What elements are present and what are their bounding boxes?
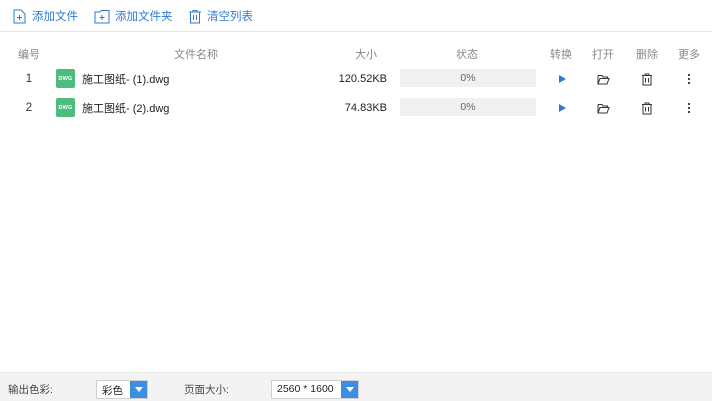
delete-button[interactable] bbox=[639, 65, 655, 93]
header-more: 更多 bbox=[678, 49, 700, 61]
convert-button[interactable] bbox=[554, 65, 570, 93]
header-status: 状态 bbox=[456, 49, 478, 61]
clear-list-button[interactable]: 清空列表 bbox=[188, 6, 253, 26]
add-folder-button[interactable]: 添加文件夹 bbox=[94, 6, 173, 26]
open-button[interactable] bbox=[595, 65, 611, 93]
header-convert: 转换 bbox=[550, 49, 572, 61]
clear-list-label: 清空列表 bbox=[207, 11, 253, 23]
add-folder-icon bbox=[94, 9, 110, 23]
file-name: 施工图纸- (2).dwg bbox=[82, 103, 170, 115]
row-index: 1 bbox=[25, 73, 33, 85]
delete-button[interactable] bbox=[639, 94, 655, 122]
folder-open-icon bbox=[597, 103, 610, 113]
file-size: 74.83KB bbox=[344, 102, 387, 114]
folder-open-icon bbox=[597, 74, 610, 84]
output-color-value: 彩色 bbox=[102, 385, 123, 397]
add-folder-label: 添加文件夹 bbox=[115, 11, 173, 23]
trash-icon bbox=[642, 73, 652, 85]
status-progress: 0% bbox=[400, 69, 536, 87]
file-name: 施工图纸- (1).dwg bbox=[82, 74, 170, 86]
more-vertical-icon bbox=[687, 73, 691, 85]
header-open: 打开 bbox=[592, 49, 614, 61]
header-index: 编号 bbox=[18, 49, 40, 61]
add-file-label: 添加文件 bbox=[32, 11, 78, 23]
header-size: 大小 bbox=[355, 49, 377, 61]
header-filename: 文件名称 bbox=[174, 49, 218, 61]
status-progress: 0% bbox=[400, 98, 536, 116]
trash-icon bbox=[642, 102, 652, 114]
table-row[interactable]: 2 DWG 施工图纸- (2).dwg 74.83KB 0% bbox=[0, 94, 712, 122]
row-index: 2 bbox=[25, 102, 33, 114]
more-vertical-icon bbox=[687, 102, 691, 114]
clear-list-icon bbox=[189, 9, 201, 23]
file-size: 120.52KB bbox=[338, 73, 387, 85]
convert-button[interactable] bbox=[554, 94, 570, 122]
add-file-icon bbox=[13, 9, 26, 23]
page-size-value: 2560 * 1600 bbox=[277, 383, 334, 395]
output-settings-bar: 输出色彩: 彩色 页面大小: 2560 * 1600 bbox=[0, 372, 712, 401]
page-size-label: 页面大小: bbox=[184, 384, 229, 396]
page-size-select[interactable]: 2560 * 1600 bbox=[271, 380, 359, 399]
play-icon bbox=[559, 75, 566, 83]
table-row[interactable]: 1 DWG 施工图纸- (1).dwg 120.52KB 0% bbox=[0, 65, 712, 93]
chevron-down-icon bbox=[341, 381, 358, 398]
toolbar: 添加文件 添加文件夹 清空列表 bbox=[0, 0, 712, 32]
dwg-file-icon: DWG bbox=[56, 98, 75, 117]
output-color-select[interactable]: 彩色 bbox=[96, 380, 148, 399]
add-file-button[interactable]: 添加文件 bbox=[12, 6, 78, 26]
output-color-label: 输出色彩: bbox=[8, 384, 53, 396]
header-delete: 删除 bbox=[636, 49, 658, 61]
dwg-file-icon: DWG bbox=[56, 69, 75, 88]
chevron-down-icon bbox=[130, 381, 147, 398]
more-button[interactable] bbox=[681, 65, 697, 93]
play-icon bbox=[559, 104, 566, 112]
open-button[interactable] bbox=[595, 94, 611, 122]
more-button[interactable] bbox=[681, 94, 697, 122]
